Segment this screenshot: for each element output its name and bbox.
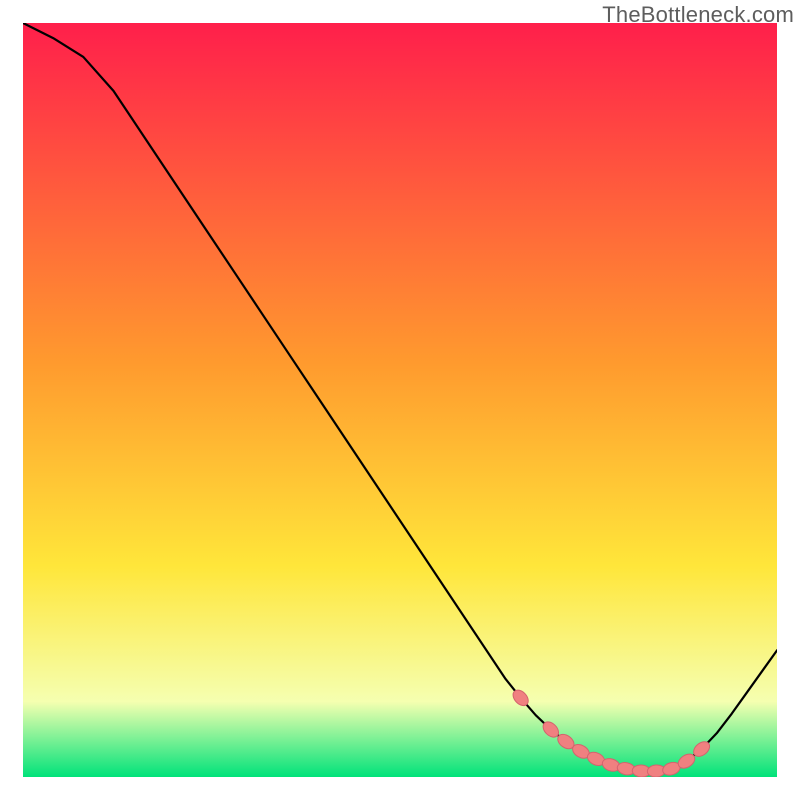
watermark-text: TheBottleneck.com (602, 2, 794, 28)
gradient-background (23, 23, 777, 777)
chart-area (23, 23, 777, 777)
chart-svg (23, 23, 777, 777)
